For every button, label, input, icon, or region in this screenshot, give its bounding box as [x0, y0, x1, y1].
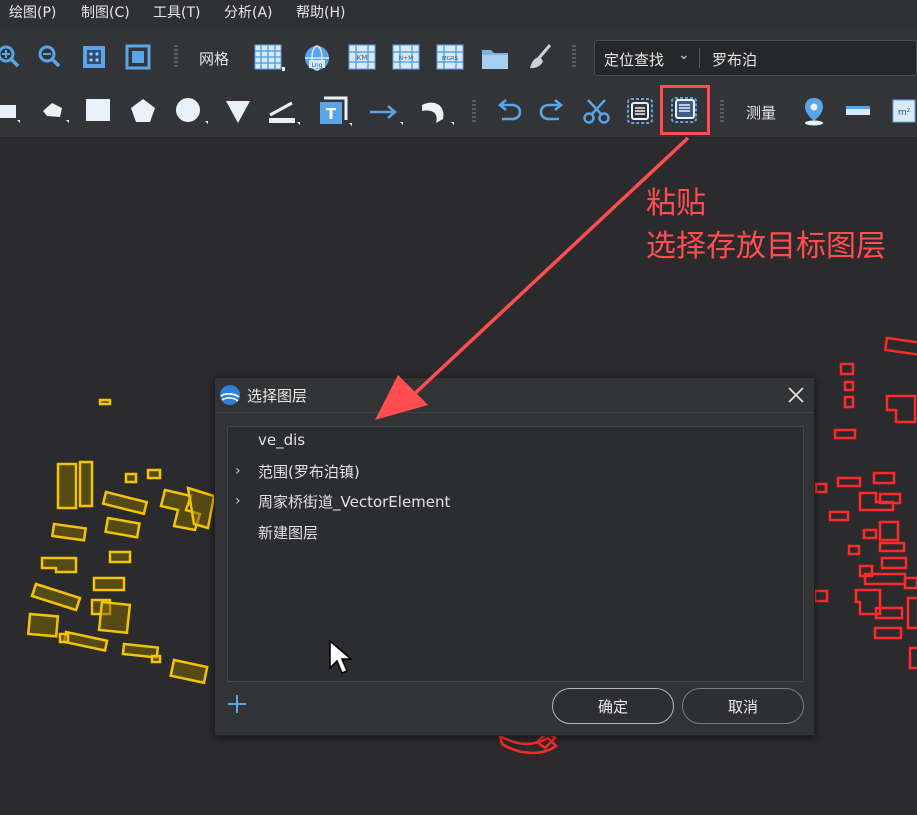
polygon-draw-icon[interactable]: [38, 98, 70, 124]
layer-item-label: ve_dis: [258, 431, 306, 449]
nm-grid-icon[interactable]: N+M: [391, 43, 421, 71]
mgrs-grid-icon[interactable]: MGRS: [435, 43, 465, 71]
menu-help[interactable]: 帮助(H): [296, 2, 345, 22]
zoom-in-icon[interactable]: [0, 43, 22, 69]
locate-search-input[interactable]: 罗布泊: [712, 49, 757, 70]
grid-icon[interactable]: [253, 43, 285, 73]
svg-text:T: T: [326, 105, 337, 123]
mouse-cursor-icon: [329, 640, 353, 674]
svg-text:KM: KM: [357, 54, 368, 62]
paste-icon[interactable]: [669, 95, 701, 125]
cut-scissors-icon[interactable]: [582, 97, 612, 125]
pentagon-draw-icon[interactable]: [129, 97, 159, 125]
menu-tools[interactable]: 工具(T): [153, 2, 200, 22]
app-logo-icon: [219, 384, 241, 406]
rectangle-select-icon[interactable]: [0, 98, 22, 124]
measure-label: 测量: [746, 104, 777, 122]
layer-item-label: 范围(罗布泊镇): [258, 463, 360, 481]
toolbar-drawing: T 测量 m²: [0, 85, 917, 138]
zoom-selection-icon[interactable]: [80, 43, 108, 71]
add-layer-plus-icon[interactable]: [227, 694, 247, 714]
redo-icon[interactable]: [537, 97, 567, 125]
clear-brush-icon[interactable]: [526, 42, 554, 72]
select-layer-dialog: 选择图层 ve_dis › 范围(罗布泊镇) › 周家桥街道_VectorEle…: [214, 377, 815, 736]
measure-area-icon[interactable]: m²: [889, 96, 917, 126]
grid-label: 网格: [199, 50, 230, 68]
layer-tree: ve_dis › 范围(罗布泊镇) › 周家桥街道_VectorElement …: [227, 426, 804, 682]
triangle-draw-icon[interactable]: [223, 97, 253, 125]
menu-analysis[interactable]: 分析(A): [224, 2, 273, 22]
location-pin-icon[interactable]: [800, 95, 828, 127]
svg-text:MGRS: MGRS: [442, 56, 459, 62]
layer-item-ve-dis[interactable]: ve_dis: [228, 427, 803, 457]
arrow-draw-icon[interactable]: [367, 97, 407, 127]
cancel-button[interactable]: 取消: [682, 688, 804, 724]
line-style-icon[interactable]: [266, 97, 304, 127]
chevron-down-icon[interactable]: ⌄: [678, 47, 690, 63]
folder-icon[interactable]: [480, 44, 510, 72]
svg-text:N+M: N+M: [399, 55, 414, 62]
circle-draw-icon[interactable]: [174, 97, 212, 125]
menu-bar: 绘图(P) 制图(C) 工具(T) 分析(A) 帮助(H): [0, 0, 917, 27]
locate-mode-dropdown[interactable]: 定位查找: [604, 49, 664, 70]
toolbar-separator: [174, 45, 178, 67]
layer-item-label: 新建图层: [258, 524, 319, 542]
locate-search: 定位查找 ⌄ 罗布泊: [594, 40, 917, 76]
undo-icon[interactable]: [494, 97, 524, 125]
curve-draw-icon[interactable]: [418, 97, 458, 127]
svg-text:Lng: Lng: [312, 62, 323, 69]
menu-cartography[interactable]: 制图(C): [81, 2, 130, 22]
yellow-building-features: [26, 398, 216, 685]
zoom-out-icon[interactable]: [36, 43, 64, 69]
full-extent-icon[interactable]: [124, 43, 152, 71]
measure-distance-icon[interactable]: [843, 97, 873, 125]
ok-button[interactable]: 确定: [552, 688, 674, 724]
toolbar-separator: [472, 100, 476, 122]
layer-item-new-layer[interactable]: 新建图层: [228, 518, 803, 548]
copy-icon[interactable]: [625, 96, 657, 126]
dialog-title: 选择图层: [247, 387, 308, 405]
annotation-select-layer-text: 选择存放目标图层: [646, 229, 886, 264]
lng-lat-grid-icon[interactable]: Lng: [303, 44, 331, 72]
annotation-paste-text: 粘贴: [646, 186, 706, 221]
close-icon[interactable]: [785, 384, 807, 406]
menu-draw[interactable]: 绘图(P): [9, 2, 56, 22]
chevron-right-icon[interactable]: ›: [235, 463, 241, 479]
square-draw-icon[interactable]: [84, 98, 114, 124]
layer-item-range[interactable]: › 范围(罗布泊镇): [228, 457, 803, 487]
text-label-icon[interactable]: T: [318, 96, 356, 128]
km-grid-icon[interactable]: KM: [347, 43, 377, 71]
svg-text:m²: m²: [898, 108, 911, 118]
toolbar-separator: [572, 45, 576, 67]
layer-item-label: 周家桥街道_VectorElement: [258, 493, 451, 511]
chevron-right-icon[interactable]: ›: [235, 493, 241, 509]
layer-item-vector-element[interactable]: › 周家桥街道_VectorElement: [228, 487, 803, 517]
toolbar-separator: [720, 100, 724, 122]
